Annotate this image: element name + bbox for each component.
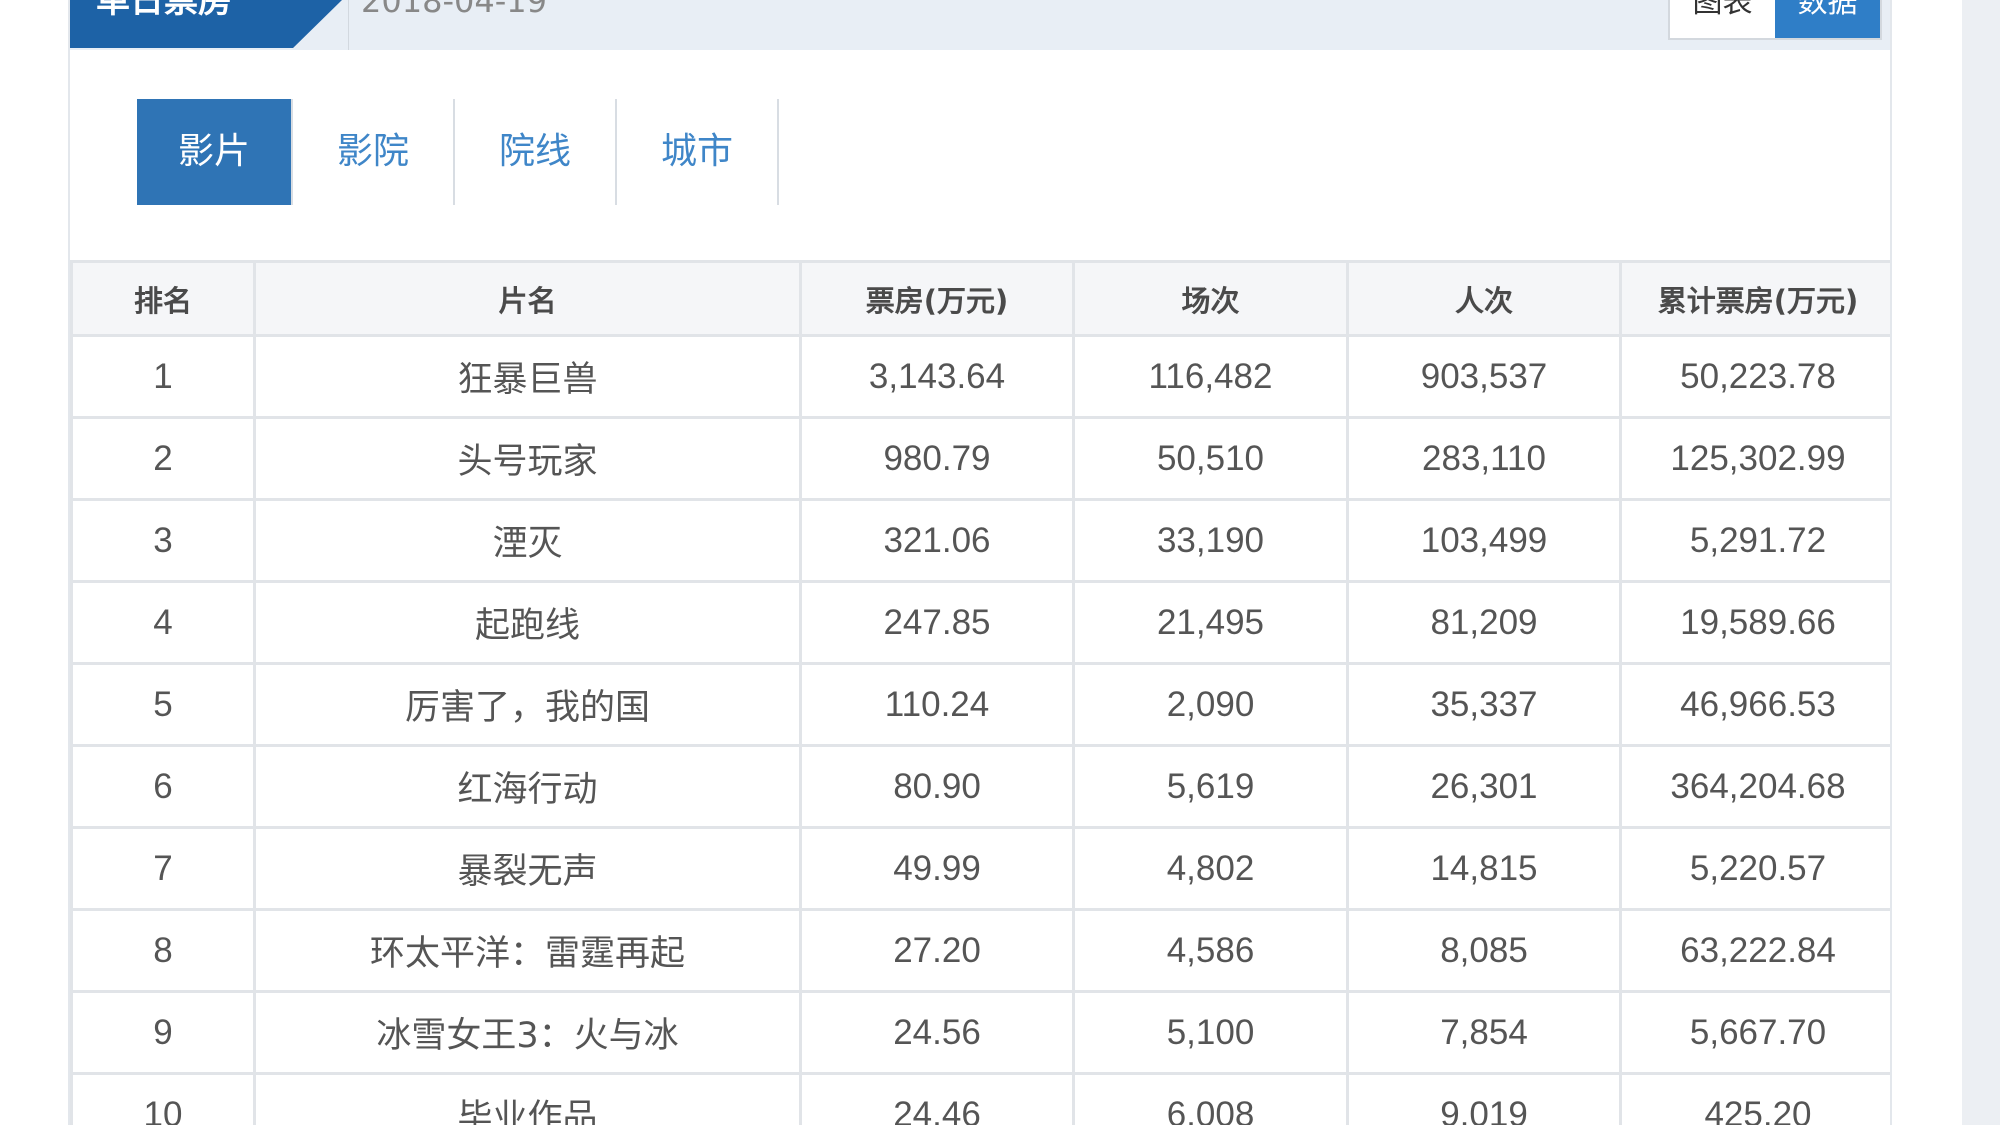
cell-admissions: 903,537 [1346, 334, 1622, 419]
cell-cumulative: 425.20 [1619, 1072, 1890, 1125]
column-header-title[interactable]: 片名 [253, 260, 802, 337]
cell-box-office: 321.06 [799, 498, 1075, 583]
cell-cumulative: 19,589.66 [1619, 580, 1890, 665]
column-header-admissions[interactable]: 人次 [1346, 260, 1622, 337]
cell-box-office: 49.99 [799, 826, 1075, 911]
cell-admissions: 103,499 [1346, 498, 1622, 583]
cell-admissions: 8,085 [1346, 908, 1622, 993]
cell-title: 狂暴巨兽 [253, 334, 802, 419]
cell-cumulative: 5,220.57 [1619, 826, 1890, 911]
cell-rank: 5 [70, 662, 256, 747]
cell-title: 暴裂无声 [253, 826, 802, 911]
cell-box-office: 24.56 [799, 990, 1075, 1075]
cell-title: 红海行动 [253, 744, 802, 829]
cell-box-office: 247.85 [799, 580, 1075, 665]
cell-admissions: 35,337 [1346, 662, 1622, 747]
cell-box-office: 980.79 [799, 416, 1075, 501]
cell-cumulative: 5,291.72 [1619, 498, 1890, 583]
cell-screenings: 5,619 [1072, 744, 1349, 829]
cell-admissions: 81,209 [1346, 580, 1622, 665]
cell-cumulative: 364,204.68 [1619, 744, 1890, 829]
table-row[interactable]: 4 起跑线 247.85 21,495 81,209 19,589.66 [70, 580, 1890, 665]
table-row[interactable]: 5 厉害了，我的国 110.24 2,090 35,337 46,966.53 [70, 662, 1890, 747]
column-header-cumulative[interactable]: 累计票房(万元) [1619, 260, 1890, 337]
cell-screenings: 116,482 [1072, 334, 1349, 419]
cell-admissions: 9,019 [1346, 1072, 1622, 1125]
section-title: 单日票房 [70, 0, 342, 48]
cell-admissions: 26,301 [1346, 744, 1622, 829]
cell-box-office: 110.24 [799, 662, 1075, 747]
cell-title: 冰雪女王3：火与冰 [253, 990, 802, 1075]
table-row[interactable]: 8 环太平洋：雷霆再起 27.20 4,586 8,085 63,222.84 [70, 908, 1890, 993]
cell-title: 起跑线 [253, 580, 802, 665]
page-gutter [1962, 0, 2000, 1125]
cell-rank: 7 [70, 826, 256, 911]
data-view-button[interactable]: 数据 [1775, 0, 1880, 38]
cell-screenings: 4,802 [1072, 826, 1349, 911]
cell-box-office: 3,143.64 [799, 334, 1075, 419]
cell-cumulative: 46,966.53 [1619, 662, 1890, 747]
cell-screenings: 5,100 [1072, 990, 1349, 1075]
category-tabs: 影片 影院 院线 城市 [137, 99, 779, 205]
cell-admissions: 7,854 [1346, 990, 1622, 1075]
box-office-table: 排名 片名 票房(万元) 场次 人次 累计票房(万元) 1 狂暴巨兽 3,143.6… [70, 260, 1890, 1125]
cell-title: 湮灭 [253, 498, 802, 583]
chart-view-button[interactable]: 图表 [1670, 0, 1775, 38]
cell-admissions: 14,815 [1346, 826, 1622, 911]
table-row[interactable]: 10 毕业作品 24.46 6,008 9,019 425.20 [70, 1072, 1890, 1125]
cell-cumulative: 125,302.99 [1619, 416, 1890, 501]
column-header-screenings[interactable]: 场次 [1072, 260, 1349, 337]
cell-screenings: 4,586 [1072, 908, 1349, 993]
cell-admissions: 283,110 [1346, 416, 1622, 501]
cell-title: 环太平洋：雷霆再起 [253, 908, 802, 993]
cell-cumulative: 50,223.78 [1619, 334, 1890, 419]
cell-screenings: 33,190 [1072, 498, 1349, 583]
cell-screenings: 2,090 [1072, 662, 1349, 747]
tab-films[interactable]: 影片 [137, 99, 293, 205]
cell-screenings: 21,495 [1072, 580, 1349, 665]
box-office-panel: 单日票房 2018-04-19 图表 数据 影片 影院 院线 城市 排名 片名 … [68, 0, 1892, 1125]
cell-cumulative: 63,222.84 [1619, 908, 1890, 993]
cell-box-office: 80.90 [799, 744, 1075, 829]
cell-cumulative: 5,667.70 [1619, 990, 1890, 1075]
cell-title: 厉害了，我的国 [253, 662, 802, 747]
table-row[interactable]: 6 红海行动 80.90 5,619 26,301 364,204.68 [70, 744, 1890, 829]
cell-box-office: 24.46 [799, 1072, 1075, 1125]
cell-box-office: 27.20 [799, 908, 1075, 993]
view-toggle: 图表 数据 [1668, 0, 1882, 40]
cell-screenings: 50,510 [1072, 416, 1349, 501]
table-row[interactable]: 9 冰雪女王3：火与冰 24.56 5,100 7,854 5,667.70 [70, 990, 1890, 1075]
cell-rank: 8 [70, 908, 256, 993]
table-header-row: 排名 片名 票房(万元) 场次 人次 累计票房(万元) [70, 260, 1890, 337]
panel-header: 单日票房 2018-04-19 图表 数据 [70, 0, 1890, 50]
cell-rank: 10 [70, 1072, 256, 1125]
tab-circuits[interactable]: 院线 [455, 99, 617, 205]
table-row[interactable]: 2 头号玩家 980.79 50,510 283,110 125,302.99 [70, 416, 1890, 501]
column-header-rank[interactable]: 排名 [70, 260, 256, 337]
tab-cinemas[interactable]: 影院 [293, 99, 455, 205]
cell-rank: 3 [70, 498, 256, 583]
cell-rank: 6 [70, 744, 256, 829]
table-row[interactable]: 7 暴裂无声 49.99 4,802 14,815 5,220.57 [70, 826, 1890, 911]
cell-rank: 9 [70, 990, 256, 1075]
cell-title: 毕业作品 [253, 1072, 802, 1125]
column-header-box-office[interactable]: 票房(万元) [799, 260, 1075, 337]
cell-rank: 2 [70, 416, 256, 501]
tab-cities[interactable]: 城市 [617, 99, 779, 205]
cell-rank: 1 [70, 334, 256, 419]
cell-screenings: 6,008 [1072, 1072, 1349, 1125]
cell-rank: 4 [70, 580, 256, 665]
cell-title: 头号玩家 [253, 416, 802, 501]
table-row[interactable]: 3 湮灭 321.06 33,190 103,499 5,291.72 [70, 498, 1890, 583]
table-row[interactable]: 1 狂暴巨兽 3,143.64 116,482 903,537 50,223.78 [70, 334, 1890, 419]
date-display[interactable]: 2018-04-19 [348, 0, 547, 50]
